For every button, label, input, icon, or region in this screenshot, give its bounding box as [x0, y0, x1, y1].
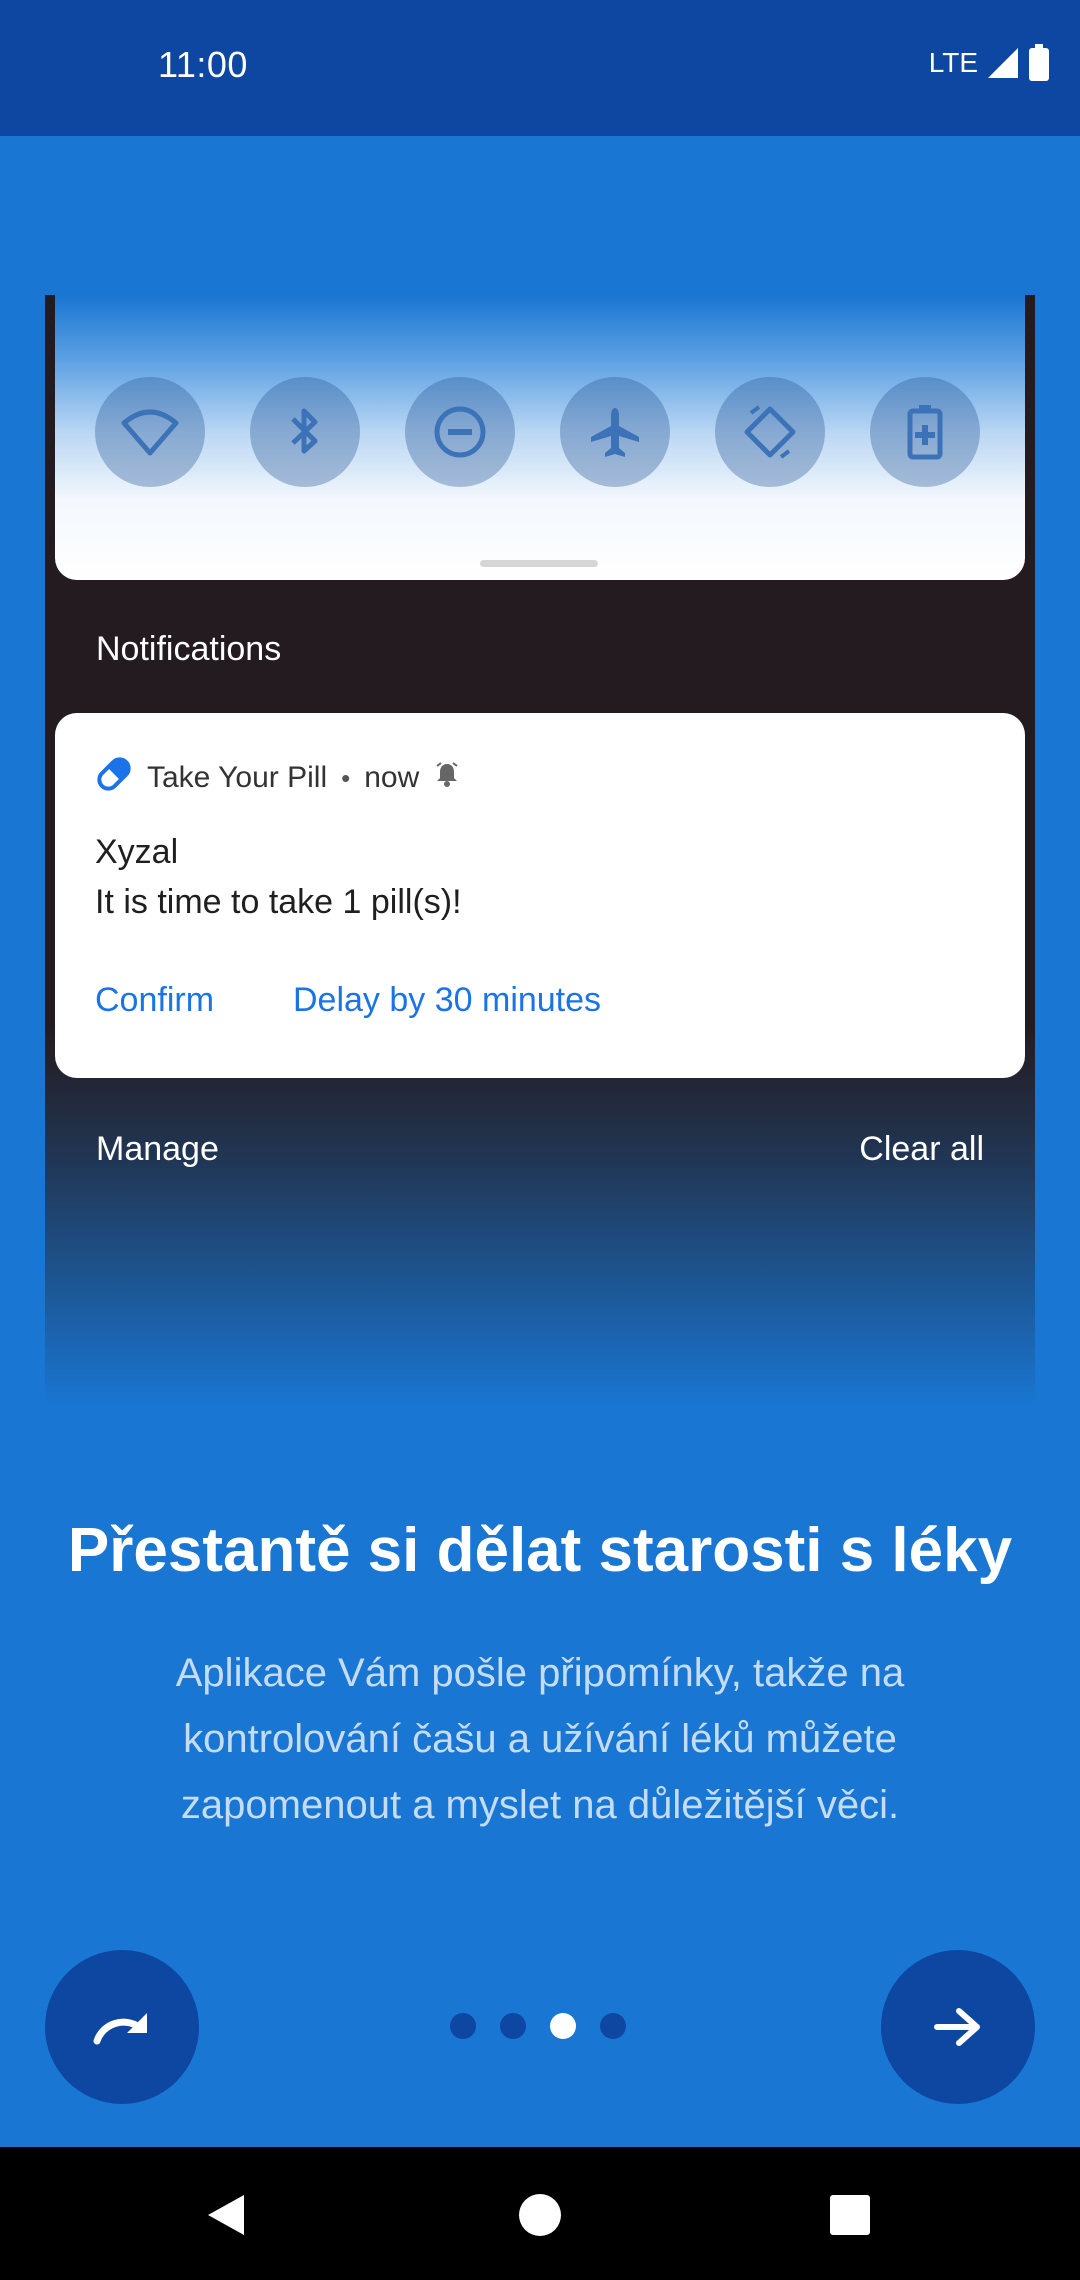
onboarding-headline: Přestantě si dělat starosti s léky	[67, 1516, 1013, 1585]
page-dot	[450, 2013, 476, 2039]
skip-button[interactable]	[45, 1950, 199, 2104]
page-dot-active	[550, 2013, 576, 2039]
notification-app-name: Take Your Pill	[147, 761, 328, 794]
auto-rotate-icon[interactable]	[715, 377, 825, 487]
notification-text: It is time to take 1 pill(s)!	[95, 883, 462, 921]
manage-button[interactable]: Manage	[96, 1130, 219, 1169]
notification-card[interactable]: Take Your Pill • now Xyzal It is time to…	[55, 713, 1025, 1078]
recents-button[interactable]	[820, 2185, 880, 2245]
alarm-bell-icon	[433, 760, 461, 796]
navigation-bar	[0, 2147, 1080, 2280]
page-indicator	[450, 2013, 626, 2039]
airplane-icon[interactable]	[560, 377, 670, 487]
battery-icon	[1028, 44, 1050, 82]
notification-time: now	[364, 761, 420, 794]
do-not-disturb-icon[interactable]	[405, 377, 515, 487]
home-icon	[519, 2194, 561, 2236]
signal-icon	[986, 46, 1020, 80]
battery-saver-icon[interactable]	[870, 377, 980, 487]
notification-title: Xyzal	[95, 833, 179, 871]
notification-header: Take Your Pill • now	[95, 755, 461, 801]
network-type: LTE	[928, 47, 978, 78]
quick-settings-panel	[55, 295, 1025, 580]
back-button[interactable]	[196, 2185, 256, 2245]
pill-icon	[95, 755, 133, 801]
page-dot	[600, 2013, 626, 2039]
delay-button[interactable]: Delay by 30 minutes	[293, 981, 601, 1020]
notifications-header: Notifications	[96, 630, 282, 668]
recents-icon	[830, 2195, 870, 2235]
wifi-icon[interactable]	[95, 377, 205, 487]
next-button[interactable]	[881, 1950, 1035, 2104]
page-dot	[500, 2013, 526, 2039]
status-bar: 11:00 LTE	[0, 0, 1080, 136]
confirm-button[interactable]: Confirm	[95, 981, 214, 1020]
clear-all-button[interactable]: Clear all	[859, 1130, 984, 1169]
bluetooth-icon[interactable]	[250, 377, 360, 487]
status-time: 11:00	[158, 44, 248, 85]
separator-dot: •	[341, 762, 351, 793]
redo-arrow-icon	[93, 2013, 147, 2045]
arrow-forward-icon	[934, 2008, 980, 2046]
home-button[interactable]	[510, 2185, 570, 2245]
status-icons: LTE	[929, 44, 1050, 82]
onboarding-description: Aplikace Vám pošle připomínky, takže na …	[175, 1651, 905, 1827]
back-icon	[208, 2195, 244, 2235]
drag-handle[interactable]	[480, 560, 598, 567]
